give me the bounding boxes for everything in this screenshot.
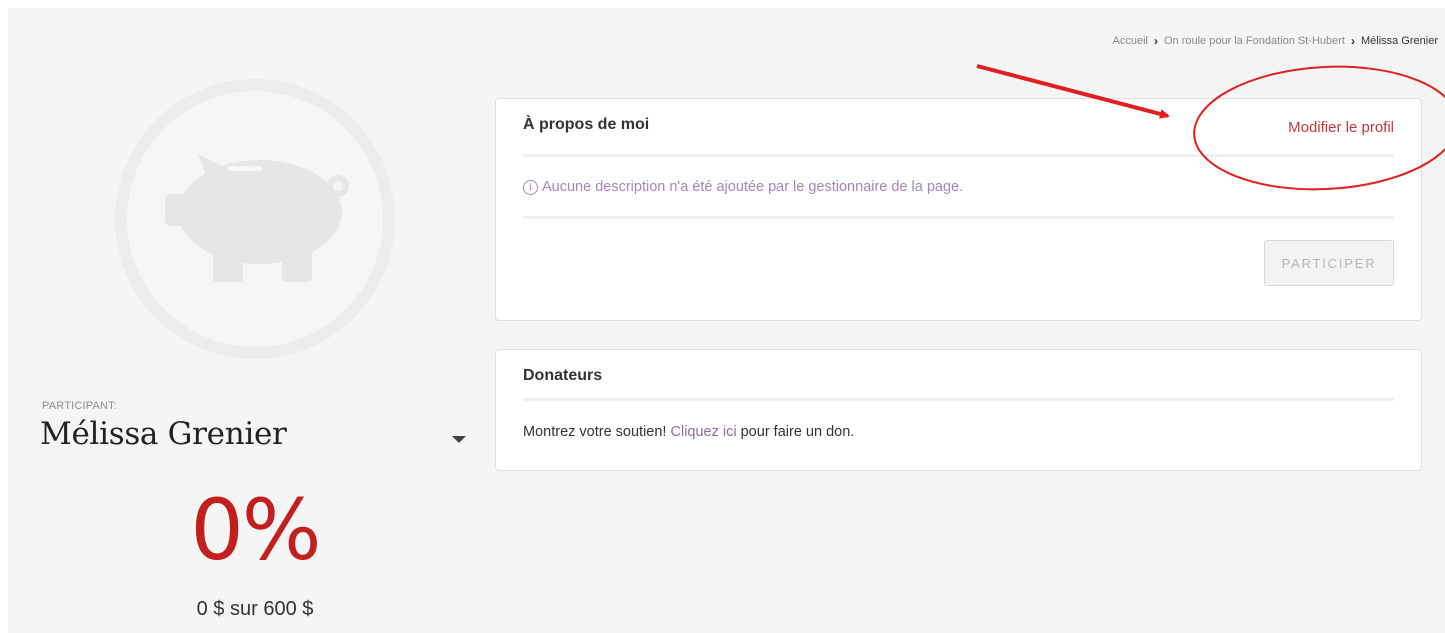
- divider: [523, 154, 1394, 157]
- donors-title: Donateurs: [523, 367, 603, 384]
- participant-name: Mélissa Grenier: [40, 416, 287, 452]
- donors-card: Donateurs Montrez votre soutien! Cliquez…: [495, 349, 1422, 471]
- about-card: À propos de moi Modifier le profil i Auc…: [495, 98, 1422, 321]
- breadcrumb-home[interactable]: Accueil: [1113, 35, 1148, 47]
- participant-label: PARTICIPANT:: [42, 400, 118, 412]
- donors-text-after: pour faire un don.: [736, 424, 855, 440]
- donors-message: Montrez votre soutien! Cliquez ici pour …: [523, 424, 854, 440]
- divider: [523, 398, 1394, 401]
- edit-profile-link[interactable]: Modifier le profil: [1288, 119, 1394, 136]
- empty-description-notice: i Aucune description n'a été ajoutée par…: [523, 179, 963, 195]
- chevron-right-icon: ›: [1350, 34, 1355, 48]
- info-icon: i: [523, 179, 538, 195]
- progress-percent: 0%: [190, 481, 321, 579]
- caret-down-icon[interactable]: [452, 436, 466, 443]
- avatar: [110, 74, 400, 364]
- about-title: À propos de moi: [523, 116, 650, 133]
- participate-button[interactable]: PARTICIPER: [1264, 240, 1394, 286]
- donate-link[interactable]: Cliquez ici: [671, 424, 737, 440]
- breadcrumb: Accueil › On roule pour la Fondation St-…: [1113, 34, 1439, 48]
- amount-raised: 0 $ sur 600 $: [196, 598, 314, 620]
- piggy-bank-icon: [115, 79, 395, 359]
- chevron-right-icon: ›: [1153, 34, 1158, 48]
- divider: [523, 216, 1394, 219]
- info-text: Aucune description n'a été ajoutée par l…: [542, 179, 964, 195]
- breadcrumb-current: Mélissa Grenier: [1360, 35, 1438, 47]
- breadcrumb-campaign[interactable]: On roule pour la Fondation St-Hubert: [1164, 35, 1345, 47]
- donors-text-before: Montrez votre soutien!: [523, 424, 671, 440]
